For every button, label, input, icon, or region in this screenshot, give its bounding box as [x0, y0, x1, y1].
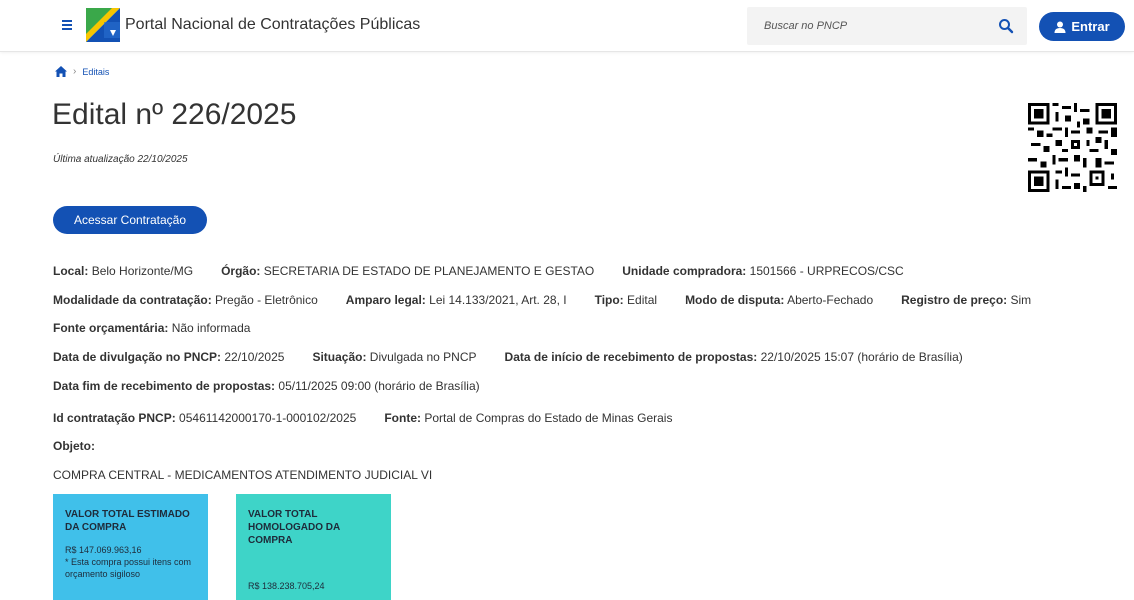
breadcrumb: › Editais	[55, 66, 109, 77]
top-header: Portal Nacional de Contratações Públicas…	[0, 0, 1134, 52]
home-icon[interactable]	[55, 66, 67, 77]
divulgacao-value: 22/10/2025	[224, 350, 285, 364]
access-contract-button[interactable]: Acessar Contratação	[53, 206, 207, 234]
modalidade-label: Modalidade da contratação:	[53, 293, 212, 307]
disputa-label: Modo de disputa:	[685, 293, 785, 307]
id-label: Id contratação PNCP:	[53, 411, 176, 425]
amparo-label: Amparo legal:	[345, 293, 426, 307]
fonte-orc-label: Fonte orçamentária:	[53, 321, 169, 335]
info-row-7: Objeto:	[53, 439, 95, 453]
login-button[interactable]: Entrar	[1039, 12, 1125, 41]
qr-code	[1028, 103, 1117, 192]
info-row-6: Id contratação PNCP: 05461142000170-1-00…	[53, 411, 700, 425]
search-box	[747, 7, 1027, 45]
estimated-value-title: VALOR TOTAL ESTIMADO DA COMPRA	[65, 509, 190, 533]
estimated-value-note: * Esta compra possui itens com orçamento…	[65, 557, 192, 579]
modalidade-value: Pregão - Eletrônico	[215, 293, 318, 307]
local-label: Local:	[53, 264, 89, 278]
id-value: 05461142000170-1-000102/2025	[179, 411, 357, 425]
estimated-value: R$ 147.069.963,16	[65, 545, 142, 555]
inicio-value: 22/10/2025 15:07 (horário de Brasília)	[760, 350, 963, 364]
pncp-logo[interactable]	[86, 8, 120, 42]
unidade-value: 1501566 - URPRECOS/CSC	[749, 264, 904, 278]
last-updated: Última atualização 22/10/2025	[53, 154, 188, 165]
situacao-value: Divulgada no PNCP	[369, 350, 477, 364]
tipo-label: Tipo:	[594, 293, 624, 307]
objeto-label: Objeto:	[53, 439, 95, 453]
fim-label: Data fim de recebimento de propostas:	[53, 379, 276, 393]
search-icon[interactable]	[997, 17, 1015, 35]
fonte-value: Portal de Compras do Estado de Minas Ger…	[424, 411, 673, 425]
estimated-value-card: VALOR TOTAL ESTIMADO DA COMPRA R$ 147.06…	[53, 494, 208, 600]
situacao-label: Situação:	[312, 350, 367, 364]
user-icon	[1054, 21, 1066, 33]
breadcrumb-current[interactable]: Editais	[82, 67, 109, 77]
homologated-value-title: VALOR TOTAL HOMOLOGADO DA COMPRA	[248, 509, 340, 546]
menu-icon[interactable]	[60, 18, 74, 34]
info-row-1: Local: Belo Horizonte/MG Órgão: SECRETAR…	[53, 264, 932, 278]
inicio-label: Data de início de recebimento de propost…	[504, 350, 758, 364]
search-input[interactable]	[747, 7, 987, 45]
registro-label: Registro de preço:	[901, 293, 1008, 307]
info-row-3: Fonte orçamentária: Não informada	[53, 321, 278, 335]
homologated-value-card: VALOR TOTAL HOMOLOGADO DA COMPRA R$ 138.…	[236, 494, 391, 600]
divulgacao-label: Data de divulgação no PNCP:	[53, 350, 222, 364]
local-value: Belo Horizonte/MG	[91, 264, 194, 278]
unidade-label: Unidade compradora:	[622, 264, 747, 278]
login-label: Entrar	[1071, 19, 1110, 34]
page-title: Edital nº 226/2025	[52, 98, 297, 131]
fonte-label: Fonte:	[384, 411, 421, 425]
disputa-value: Aberto-Fechado	[787, 293, 874, 307]
fonte-orc-value: Não informada	[171, 321, 251, 335]
orgao-value: SECRETARIA DE ESTADO DE PLANEJAMENTO E G…	[263, 264, 595, 278]
orgao-label: Órgão:	[221, 264, 261, 278]
info-row-2: Modalidade da contratação: Pregão - Elet…	[53, 293, 1059, 307]
amparo-value: Lei 14.133/2021, Art. 28, I	[429, 293, 567, 307]
chevron-right-icon: ›	[73, 66, 77, 77]
info-row-4: Data de divulgação no PNCP: 22/10/2025 S…	[53, 350, 991, 364]
info-row-5: Data fim de recebimento de propostas: 05…	[53, 379, 508, 393]
registro-value: Sim	[1010, 293, 1032, 307]
objeto-value: COMPRA CENTRAL - MEDICAMENTOS ATENDIMENT…	[53, 468, 433, 482]
homologated-value: R$ 138.238.705,24	[248, 581, 325, 591]
tipo-value: Edital	[627, 293, 658, 307]
portal-title[interactable]: Portal Nacional de Contratações Públicas	[125, 16, 420, 34]
fim-value: 05/11/2025 09:00 (horário de Brasília)	[278, 379, 480, 393]
